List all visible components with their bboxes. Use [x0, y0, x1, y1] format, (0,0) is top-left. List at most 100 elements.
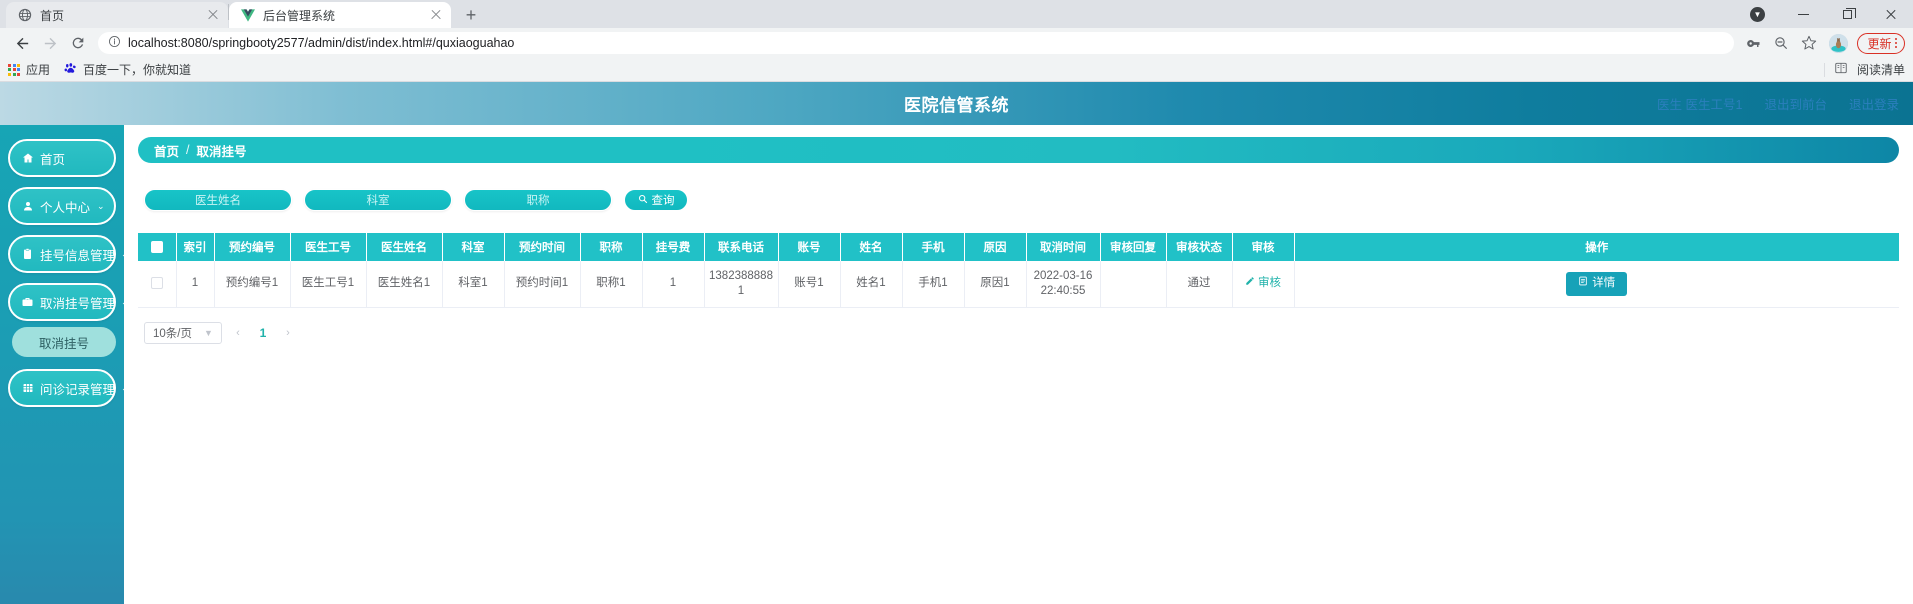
cell-index: 1	[176, 261, 215, 308]
cell-review-status: 通过	[1166, 261, 1233, 308]
sidebar-subitem-cancel-registration-label: 取消挂号	[38, 336, 89, 351]
search-input-doctor-name[interactable]: 医生姓名	[144, 189, 292, 211]
table-header-review: 审核	[1232, 233, 1295, 261]
breadcrumb-current: 取消挂号	[196, 144, 247, 159]
row-checkbox[interactable]	[150, 277, 163, 290]
detail-button-label: 详情	[1592, 277, 1616, 290]
vue-logo-icon	[241, 8, 255, 22]
data-table-wrapper: 索引 预约编号 医生工号 医生姓名 科室 预约时间 职称 挂号费 联系电话 账号	[138, 233, 1899, 308]
pagination-page-1[interactable]: 1	[254, 323, 272, 343]
maximize-icon[interactable]	[1825, 0, 1869, 28]
sidebar-item-personal-center[interactable]: 个人中心 ⌄	[8, 187, 116, 225]
search-input-department[interactable]: 科室	[304, 189, 452, 211]
table-header-actions: 操作	[1294, 233, 1899, 261]
page-title: 医院信管系统	[904, 96, 1009, 115]
star-icon[interactable]	[1796, 30, 1822, 56]
sidebar-item-consultation-records[interactable]: 问诊记录管理 ⌄	[8, 369, 129, 407]
update-button[interactable]: 更新	[1857, 32, 1905, 54]
reading-list-icon[interactable]	[1834, 61, 1848, 78]
table-header-select-all[interactable]	[138, 233, 177, 261]
table-header-review-status: 审核状态	[1166, 233, 1233, 261]
bookmarks-bar-right: 阅读清单	[1823, 61, 1905, 78]
cell-title: 职称1	[580, 261, 643, 308]
header-user-info[interactable]: 医生 医生工号1	[1657, 94, 1742, 113]
divider	[1823, 62, 1825, 77]
browser-tab-2-title: 后台管理系统	[263, 8, 336, 23]
search-button-label: 查询	[651, 195, 675, 207]
detail-button[interactable]: 详情	[1566, 271, 1628, 296]
cell-actions[interactable]: 详情	[1294, 261, 1899, 308]
zoom-out-icon[interactable]	[1768, 30, 1794, 56]
reading-list-label[interactable]: 阅读清单	[1857, 61, 1905, 78]
header-exit-to-front[interactable]: 退出到前台	[1764, 94, 1827, 113]
browser-window: 首页 后台管理系统 + ▼ localhost:8080/springbooty…	[0, 0, 1913, 604]
sidebar-item-registration-info[interactable]: 挂号信息管理 ⌄	[8, 235, 129, 273]
breadcrumb: 首页 / 取消挂号	[138, 137, 1899, 163]
sidebar-item-home-label: 首页	[40, 152, 66, 167]
tab-strip: 首页 后台管理系统 + ▼	[0, 0, 1913, 28]
toolbar-icons: 更新	[1740, 30, 1905, 56]
breadcrumb-separator: /	[186, 143, 190, 157]
browser-tab-2[interactable]: 后台管理系统	[229, 2, 451, 28]
row-checkbox-cell[interactable]	[138, 261, 177, 308]
new-tab-button[interactable]: +	[457, 2, 485, 28]
apps-grid-icon	[8, 63, 20, 76]
header-links: 医生 医生工号1 退出到前台 退出登录	[1657, 94, 1899, 113]
minimize-icon[interactable]	[1781, 0, 1825, 28]
avatar[interactable]	[1829, 33, 1849, 53]
kebab-menu-icon[interactable]	[1894, 37, 1897, 49]
browser-toolbar: localhost:8080/springbooty2577/admin/dis…	[0, 28, 1913, 58]
breadcrumb-root[interactable]: 首页	[154, 141, 179, 160]
forward-arrow-icon[interactable]	[36, 29, 64, 57]
cell-fee: 1	[642, 261, 705, 308]
document-icon	[1578, 276, 1588, 291]
table-header-row: 索引 预约编号 医生工号 医生姓名 科室 预约时间 职称 挂号费 联系电话 账号	[138, 233, 1899, 261]
main-content: 首页 / 取消挂号 医生姓名 科室 职称 查询 索引 预约编号 医生工号 医生姓…	[124, 125, 1913, 604]
cell-name: 姓名1	[840, 261, 903, 308]
address-bar[interactable]: localhost:8080/springbooty2577/admin/dis…	[98, 32, 1735, 54]
url-text: localhost:8080/springbooty2577/admin/dis…	[128, 36, 515, 50]
sidebar-item-cancel-registration-mgmt-label: 取消挂号管理	[40, 296, 116, 311]
table-header-doctor-id: 医生工号	[290, 233, 367, 261]
header-logout[interactable]: 退出登录	[1849, 94, 1899, 113]
chevron-down-badge-icon[interactable]: ▼	[1750, 6, 1765, 22]
pagination: 10条/页 ▼ ‹ 1 ›	[138, 321, 1899, 344]
cell-phone: 13823888881	[704, 261, 779, 308]
browser-tab-1[interactable]: 首页	[6, 2, 228, 28]
sidebar-item-consultation-records-label: 问诊记录管理	[40, 382, 116, 397]
table-header-reason: 原因	[964, 233, 1027, 261]
cell-appointment-no: 预约编号1	[214, 261, 291, 308]
search-input-title[interactable]: 职称	[464, 189, 612, 211]
close-icon[interactable]	[1869, 0, 1913, 28]
table-header-department: 科室	[442, 233, 505, 261]
page-size-select[interactable]: 10条/页 ▼	[144, 321, 222, 344]
cell-review-action[interactable]: 审核	[1232, 261, 1295, 308]
pagination-next[interactable]: ›	[280, 323, 296, 343]
sidebar-item-cancel-registration-mgmt[interactable]: 取消挂号管理 ⌄	[8, 283, 129, 321]
baidu-icon	[64, 62, 77, 78]
key-icon[interactable]	[1740, 30, 1766, 56]
bookmark-apps-label: 应用	[26, 63, 51, 77]
bookmark-apps[interactable]: 应用	[8, 61, 50, 78]
bookmark-baidu[interactable]: 百度一下，你就知道	[64, 61, 191, 78]
review-link[interactable]: 审核	[1245, 276, 1281, 291]
search-bar: 医生姓名 科室 职称 查询	[138, 189, 1899, 211]
pagination-prev[interactable]: ‹	[230, 323, 246, 343]
chevron-down-icon: ⌄	[97, 200, 105, 211]
reload-icon[interactable]	[64, 29, 92, 57]
search-button[interactable]: 查询	[624, 189, 688, 211]
globe-icon	[18, 8, 32, 22]
back-arrow-icon[interactable]	[8, 29, 36, 57]
site-info-icon[interactable]	[108, 35, 121, 51]
table-row[interactable]: 1 预约编号1 医生工号1 医生姓名1 科室1 预约时间1 职称1 1 1382…	[138, 261, 1899, 308]
sidebar-item-home[interactable]: 首页	[8, 139, 116, 177]
edit-icon	[1245, 276, 1255, 291]
app-header: 医院信管系统 医生 医生工号1 退出到前台 退出登录	[0, 82, 1913, 125]
close-icon[interactable]	[429, 8, 443, 22]
cell-doctor-id: 医生工号1	[290, 261, 367, 308]
table-header-fee: 挂号费	[642, 233, 705, 261]
table-icon	[21, 382, 34, 394]
sidebar-subitem-cancel-registration[interactable]: 取消挂号	[12, 327, 116, 357]
select-all-checkbox[interactable]	[150, 240, 163, 253]
close-icon[interactable]	[206, 8, 220, 22]
